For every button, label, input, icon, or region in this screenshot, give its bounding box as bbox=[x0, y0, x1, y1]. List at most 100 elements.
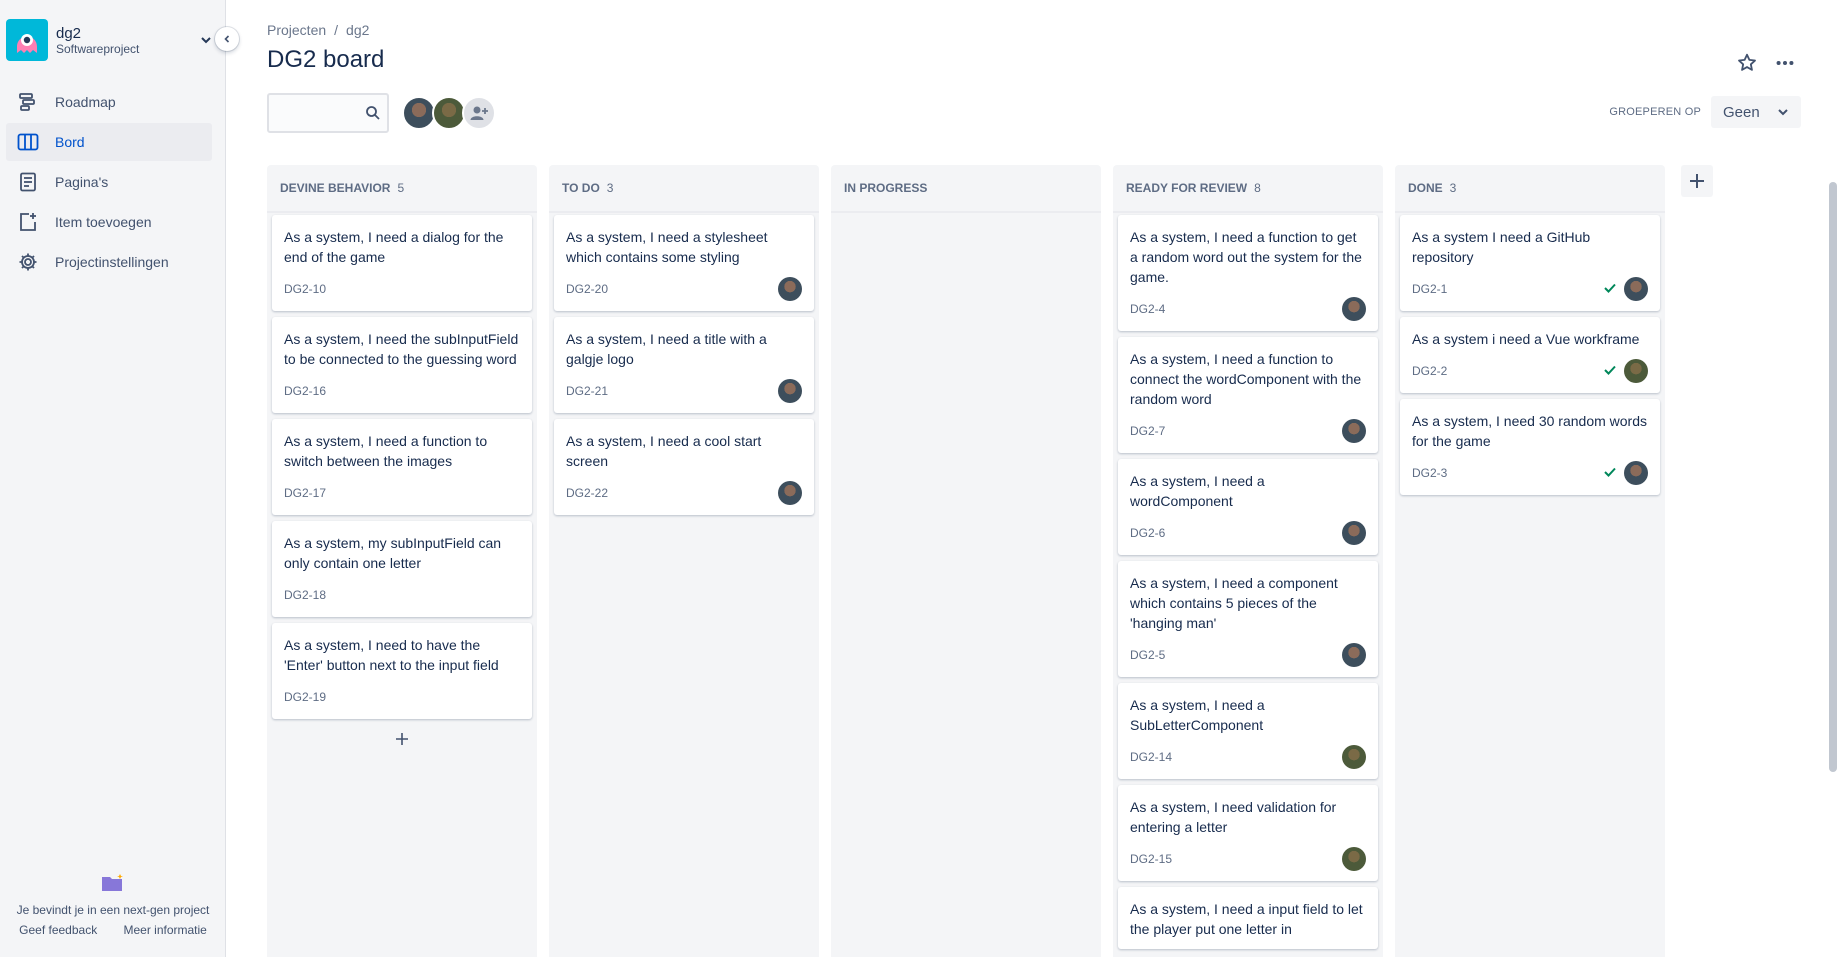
card-footer: DG2-15 bbox=[1130, 847, 1366, 871]
group-by-label: GROEPEREN OP bbox=[1609, 106, 1701, 118]
avatar[interactable] bbox=[1342, 847, 1366, 871]
roadmap-icon bbox=[16, 90, 40, 114]
issue-card[interactable]: As a system, I need a dialog for the end… bbox=[272, 215, 532, 311]
card-title: As a system I need a GitHub repository bbox=[1412, 229, 1591, 265]
create-issue-button[interactable] bbox=[272, 725, 532, 753]
avatar[interactable] bbox=[1624, 277, 1648, 301]
issue-card[interactable]: As a system, I need a component which co… bbox=[1118, 561, 1378, 677]
card-meta bbox=[1604, 359, 1648, 383]
sidebar-item-board[interactable]: Bord bbox=[6, 123, 212, 161]
avatar[interactable] bbox=[1342, 419, 1366, 443]
avatar[interactable] bbox=[432, 96, 466, 130]
plus-icon bbox=[396, 733, 408, 745]
card-footer: DG2-5 bbox=[1130, 643, 1366, 667]
issue-card[interactable]: As a system, I need validation for enter… bbox=[1118, 785, 1378, 881]
card-title: As a system, I need a SubLetterComponent bbox=[1130, 697, 1265, 733]
issue-key: DG2-5 bbox=[1130, 648, 1166, 662]
sidebar-item-pages[interactable]: Pagina's bbox=[6, 163, 212, 201]
sidebar-item-roadmap[interactable]: Roadmap bbox=[6, 83, 212, 121]
column-header[interactable]: DONE 3 bbox=[1395, 165, 1665, 213]
column-header[interactable]: READY FOR REVIEW 8 bbox=[1113, 165, 1383, 213]
issue-card[interactable]: As a system, I need a stylesheet which c… bbox=[554, 215, 814, 311]
card-title: As a system, I need a function to connec… bbox=[1130, 351, 1362, 407]
avatar[interactable] bbox=[1342, 521, 1366, 545]
avatar[interactable] bbox=[1624, 359, 1648, 383]
card-footer: DG2-22 bbox=[566, 481, 802, 505]
card-title: As a system, I need a function to switch… bbox=[284, 433, 488, 469]
issue-card[interactable]: As a system, I need a function to get a … bbox=[1118, 215, 1378, 331]
issue-card[interactable]: As a system, I need a title with a galgj… bbox=[554, 317, 814, 413]
sidebar-item-settings[interactable]: Projectinstellingen bbox=[6, 243, 212, 281]
project-logo-icon bbox=[17, 34, 37, 53]
card-meta bbox=[1342, 745, 1366, 769]
card-title: As a system, my subInputField can only c… bbox=[284, 535, 502, 571]
issue-card[interactable]: As a system i need a Vue workframe DG2-2 bbox=[1400, 317, 1660, 393]
sidebar-item-add-item[interactable]: Item toevoegen bbox=[6, 203, 212, 241]
card-meta bbox=[1604, 277, 1648, 301]
column-title: DONE bbox=[1408, 181, 1443, 195]
board: DEVINE BEHAVIOR 5 As a system, I need a di… bbox=[267, 165, 1665, 957]
card-title: As a system, I need validation for enter… bbox=[1130, 799, 1337, 835]
collapse-sidebar-button[interactable] bbox=[215, 27, 239, 51]
page-title: DG2 board bbox=[267, 46, 385, 73]
issue-key: DG2-22 bbox=[566, 486, 609, 500]
column-count: 3 bbox=[606, 181, 614, 195]
issue-card[interactable]: As a system, I need a wordComponent DG2-6 bbox=[1118, 459, 1378, 555]
sidebar-item-label: Pagina's bbox=[55, 174, 109, 190]
issue-key: DG2-3 bbox=[1412, 466, 1448, 480]
avatar[interactable] bbox=[1342, 643, 1366, 667]
page-actions bbox=[1736, 52, 1796, 79]
issue-card[interactable]: As a system, I need a cool start screen D… bbox=[554, 419, 814, 515]
breadcrumb-projects[interactable]: Projecten bbox=[267, 22, 326, 38]
avatar[interactable] bbox=[778, 277, 802, 301]
avatar[interactable] bbox=[1342, 297, 1366, 321]
column-header[interactable]: IN PROGRESS bbox=[831, 165, 1101, 213]
avatar[interactable] bbox=[402, 96, 436, 130]
avatar[interactable] bbox=[1624, 461, 1648, 485]
issue-key: DG2-21 bbox=[566, 384, 609, 398]
group-by-select[interactable]: Geen bbox=[1711, 96, 1801, 128]
issue-card[interactable]: As a system, my subInputField can only c… bbox=[272, 521, 532, 617]
more-options-icon[interactable] bbox=[1774, 52, 1796, 79]
star-icon[interactable] bbox=[1736, 52, 1758, 79]
card-footer: DG2-7 bbox=[1130, 419, 1366, 443]
add-item-icon bbox=[16, 210, 40, 234]
avatar[interactable] bbox=[778, 481, 802, 505]
column-count: 8 bbox=[1254, 181, 1261, 195]
issue-card[interactable]: As a system, I need a function to switch… bbox=[272, 419, 532, 515]
more-info-link[interactable]: Meer informatie bbox=[123, 923, 206, 937]
column-title: TO DO bbox=[562, 181, 600, 195]
issue-card[interactable]: As a system I need a GitHub repository DG… bbox=[1400, 215, 1660, 311]
scrollbar[interactable] bbox=[1828, 170, 1838, 957]
issue-key: DG2-4 bbox=[1130, 302, 1166, 316]
issue-card[interactable]: As a system, I need a SubLetterComponent… bbox=[1118, 683, 1378, 779]
card-footer: DG2-18 bbox=[284, 583, 520, 607]
issue-key: DG2-7 bbox=[1130, 424, 1166, 438]
project-type: Softwareproject bbox=[56, 41, 140, 56]
card-title: As a system, I need a stylesheet which c… bbox=[566, 229, 768, 265]
column-header[interactable]: DEVINE BEHAVIOR 5 bbox=[267, 165, 537, 213]
issue-key: DG2-16 bbox=[284, 384, 327, 398]
issue-card[interactable]: As a system, I need 30 random words for … bbox=[1400, 399, 1660, 495]
card-title: As a system, I need a input field to let… bbox=[1130, 901, 1363, 937]
add-column-button[interactable] bbox=[1681, 165, 1713, 197]
issue-card[interactable]: As a system, I need to have the 'Enter' … bbox=[272, 623, 532, 719]
chevron-down-icon[interactable] bbox=[196, 30, 216, 50]
folder-icon bbox=[102, 874, 123, 891]
feedback-link[interactable]: Geef feedback bbox=[19, 923, 97, 937]
project-switcher[interactable]: dg2 Softwareproject bbox=[6, 18, 216, 62]
issue-card[interactable]: As a system, I need a function to connec… bbox=[1118, 337, 1378, 453]
issue-card[interactable]: As a system, I need a input field to let… bbox=[1118, 887, 1378, 949]
card-footer: DG2-19 bbox=[284, 685, 520, 709]
avatar[interactable] bbox=[1342, 745, 1366, 769]
scrollbar-thumb[interactable] bbox=[1829, 182, 1837, 772]
issue-card[interactable]: As a system, I need the subInputField to… bbox=[272, 317, 532, 413]
add-member-button[interactable] bbox=[462, 96, 496, 130]
card-list: As a system, I need a stylesheet which c… bbox=[549, 213, 819, 523]
column-title: IN PROGRESS bbox=[844, 181, 928, 195]
next-gen-notice: Je bevindt je in een next-gen project bbox=[16, 903, 210, 917]
column-header[interactable]: TO DO 3 bbox=[549, 165, 819, 213]
card-title: As a system, I need a function to get a … bbox=[1130, 229, 1362, 285]
avatar[interactable] bbox=[778, 379, 802, 403]
breadcrumb-project[interactable]: dg2 bbox=[346, 22, 369, 38]
